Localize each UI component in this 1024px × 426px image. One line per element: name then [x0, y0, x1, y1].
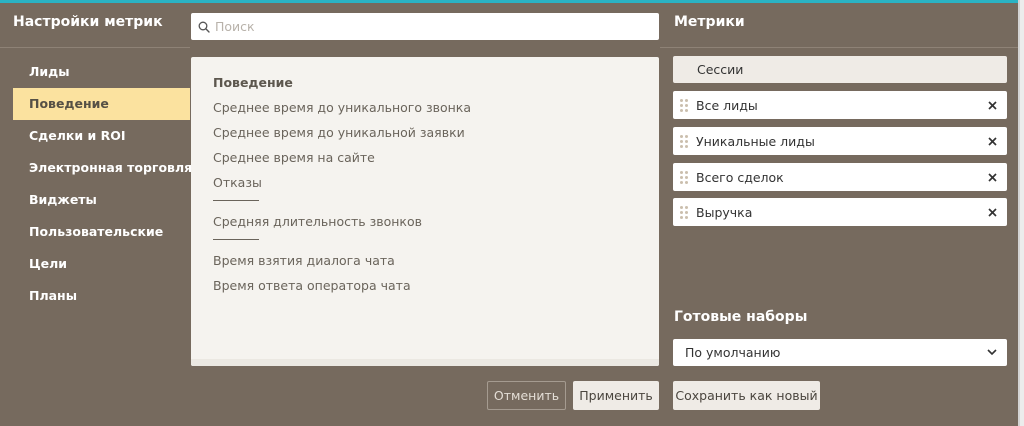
selected-metric-chip[interactable]: Выручка: [673, 198, 1007, 226]
sidebar-item[interactable]: Цели: [13, 248, 190, 280]
sidebar-item[interactable]: Виджеты: [13, 184, 190, 216]
drag-handle-icon[interactable]: [680, 98, 692, 112]
drag-handle-icon[interactable]: [680, 134, 692, 148]
list-separator: [213, 200, 259, 201]
list-separator: [213, 239, 259, 240]
search-input[interactable]: [215, 19, 645, 34]
metric-fixed-sessions: Сессии: [673, 56, 1007, 83]
sidebar-item[interactable]: Планы: [13, 280, 190, 312]
window-edge: [1018, 0, 1024, 426]
metric-list-item[interactable]: Отказы: [213, 175, 643, 200]
selected-metric-label: Выручка: [696, 204, 753, 220]
sidebar-divider: [0, 47, 190, 48]
sidebar-item[interactable]: Лиды: [13, 56, 190, 88]
metric-list-item[interactable]: Среднее время до уникальной заявки: [213, 125, 643, 150]
preset-select-value: По умолчанию: [685, 345, 781, 360]
apply-button[interactable]: Применить: [573, 381, 659, 410]
selected-metric-chip[interactable]: Всего сделок: [673, 163, 1007, 191]
selected-metric-chip[interactable]: Уникальные лиды: [673, 127, 1007, 155]
close-icon[interactable]: [985, 134, 999, 148]
sidebar-title: Настройки метрик: [13, 14, 163, 30]
panel-bottom-strip: [191, 359, 659, 366]
metric-list-item[interactable]: Среднее время на сайте: [213, 150, 643, 175]
search-box[interactable]: [191, 13, 659, 40]
preset-select[interactable]: По умолчанию: [673, 339, 1007, 366]
close-icon[interactable]: [985, 98, 999, 112]
close-icon[interactable]: [985, 170, 999, 184]
top-accent-bar: [0, 0, 1024, 3]
metrics-divider: [660, 47, 1018, 48]
metric-list-heading: Поведение: [213, 75, 293, 90]
save-as-new-button[interactable]: Сохранить как новый: [673, 381, 820, 410]
metric-list-item[interactable]: Среднее время до уникального звонка: [213, 100, 643, 125]
selected-metric-label: Уникальные лиды: [696, 133, 815, 149]
sidebar-item[interactable]: Сделки и ROI: [13, 120, 190, 152]
chevron-down-icon: [987, 349, 997, 356]
metrics-title: Метрики: [674, 14, 745, 30]
drag-handle-icon[interactable]: [680, 170, 692, 184]
metric-list-panel: Поведение Среднее время до уникального з…: [191, 57, 659, 366]
sidebar-nav: Лиды Поведение Сделки и ROI Электронная тор…: [13, 56, 192, 312]
metrics-settings-dialog: Настройки метрик Лиды Поведение Сделки и R…: [0, 0, 1018, 426]
selected-metric-label: Все лиды: [696, 97, 758, 113]
cancel-button[interactable]: Отменить: [487, 381, 566, 410]
metric-list: Поведение Среднее время до уникального з…: [213, 75, 643, 303]
sidebar-item[interactable]: Пользовательские: [13, 216, 190, 248]
close-icon[interactable]: [985, 205, 999, 219]
metric-list-item[interactable]: Средняя длительность звонков: [213, 214, 643, 239]
selected-metric-label: Всего сделок: [696, 169, 784, 185]
sidebar-item[interactable]: Поведение: [13, 88, 190, 120]
drag-handle-icon[interactable]: [680, 205, 692, 219]
selected-metric-chip[interactable]: Все лиды: [673, 91, 1007, 119]
search-icon: [198, 21, 210, 33]
sidebar-item[interactable]: Электронная торговля: [13, 152, 192, 184]
metric-list-item[interactable]: Время ответа оператора чата: [213, 278, 643, 303]
metric-list-item[interactable]: Время взятия диалога чата: [213, 253, 643, 278]
presets-title: Готовые наборы: [674, 309, 808, 325]
